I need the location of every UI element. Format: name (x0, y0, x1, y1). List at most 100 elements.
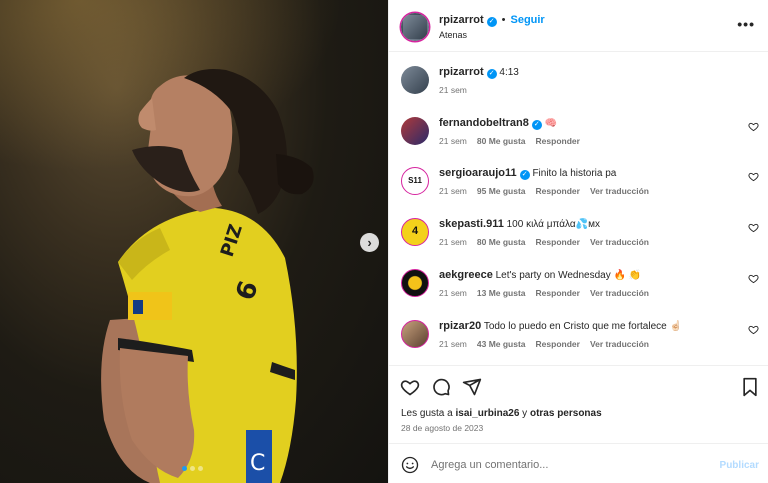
likes-prefix: Les gusta a (401, 408, 456, 419)
carousel-dot (182, 466, 187, 471)
post-actions (389, 365, 768, 405)
author-avatar[interactable] (401, 13, 429, 41)
add-comment-bar: Publicar (389, 443, 768, 483)
heart-icon[interactable] (400, 377, 420, 397)
comment-likes[interactable]: 80 Me gusta (477, 237, 526, 247)
comment-text: Todo lo puedo en Cristo que me fortalece… (483, 321, 682, 332)
next-photo-button[interactable]: › (360, 233, 379, 252)
comment-item: rpizar20 Todo lo puedo en Cristo que me … (389, 310, 768, 356)
caption-time[interactable]: 21 sem (439, 85, 467, 95)
likes-others[interactable]: otras personas (530, 408, 602, 419)
likes-suffix: y (519, 408, 530, 419)
verified-icon: ✓ (519, 170, 530, 180)
comment-input[interactable] (431, 455, 701, 475)
comment-meta: 21 sem 43 Me gusta Responder Ver traducción (439, 339, 659, 349)
comment-icon[interactable] (431, 377, 451, 397)
comment-body: rpizar20 Todo lo puedo en Cristo que me … (439, 320, 729, 332)
translate-button[interactable]: Ver traducción (590, 186, 649, 196)
carousel-dot (198, 466, 203, 471)
more-icon[interactable]: ••• (737, 16, 755, 32)
comment-username[interactable]: fernandobeltran8 (439, 117, 529, 129)
heart-icon[interactable] (748, 121, 759, 132)
heart-icon[interactable] (748, 171, 759, 182)
comment-likes[interactable]: 13 Me gusta (477, 288, 526, 298)
comments-list: rpizarrot ✓ 4:13 21 sem fernandobeltran8 ✓… (389, 53, 768, 363)
bookmark-icon[interactable] (740, 377, 760, 397)
caption-avatar[interactable] (401, 66, 429, 94)
likes-user[interactable]: isai_urbina26 (455, 408, 519, 419)
player-illustration: C PIZ 6 (101, 69, 314, 483)
avatar-logo: 4 (411, 225, 419, 237)
comment-item: S11 sergioaraujo11 ✓ Finito la historia p… (389, 157, 768, 203)
comment-item: fernandobeltran8 ✓ 🧠 21 sem 80 Me gusta Res… (389, 107, 768, 153)
heart-icon[interactable] (748, 273, 759, 284)
caption-username[interactable]: rpizarrot (439, 66, 484, 78)
post-location[interactable]: Atenas (439, 30, 467, 40)
share-icon[interactable] (462, 377, 482, 397)
reply-button[interactable]: Responder (536, 339, 580, 349)
verified-icon: ✓ (486, 17, 497, 27)
reply-button[interactable]: Responder (536, 237, 580, 247)
reply-button[interactable]: Responder (536, 186, 580, 196)
caption: rpizarrot ✓ 4:13 21 sem (389, 56, 768, 102)
comment-meta: 21 sem 80 Me gusta Responder (439, 136, 590, 146)
comment-avatar[interactable]: S11 (401, 167, 429, 195)
comment-text: Let's party on Wednesday 🔥 👏 (495, 270, 642, 281)
translate-button[interactable]: Ver traducción (590, 237, 649, 247)
comment-username[interactable]: skepasti.911 (439, 218, 504, 230)
comment-text: Finito la historia pa (532, 168, 617, 179)
comment-likes[interactable]: 43 Me gusta (477, 339, 526, 349)
comment-meta: 21 sem 80 Me gusta Responder Ver traducción (439, 237, 659, 247)
svg-text:C: C (250, 451, 265, 476)
verified-icon: ✓ (486, 69, 497, 79)
post-date: 28 de agosto de 2023 (401, 423, 484, 433)
comment-text: 100 κιλά μπάλα💦мх (506, 219, 600, 230)
author-username[interactable]: rpizarrot (439, 14, 484, 26)
caption-body: rpizarrot ✓ 4:13 (439, 66, 729, 79)
comment-avatar[interactable] (401, 117, 429, 145)
verified-icon: ✓ (531, 120, 542, 130)
comment-body: sergioaraujo11 ✓ Finito la historia pa (439, 167, 729, 180)
author-row: rpizarrot ✓ • Seguir (439, 14, 545, 27)
comment-item: 4 skepasti.911 100 κιλά μπάλα💦мх 21 sem 8… (389, 208, 768, 254)
comment-avatar[interactable]: 4 (401, 218, 429, 246)
smile-icon[interactable] (401, 456, 419, 474)
translate-button[interactable]: Ver traducción (590, 288, 649, 298)
comment-body: fernandobeltran8 ✓ 🧠 (439, 117, 729, 130)
heart-icon[interactable] (748, 324, 759, 335)
comment-body: aekgreece Let's party on Wednesday 🔥 👏 (439, 269, 729, 281)
comment-avatar[interactable] (401, 320, 429, 348)
comment-time[interactable]: 21 sem (439, 237, 467, 247)
comment-time[interactable]: 21 sem (439, 339, 467, 349)
avatar-logo: S11 (408, 176, 422, 185)
comment-likes[interactable]: 95 Me gusta (477, 186, 526, 196)
caption-meta: 21 sem (439, 85, 477, 95)
post-photo: C PIZ 6 › (0, 0, 388, 483)
publish-button[interactable]: Publicar (720, 460, 759, 471)
comment-username[interactable]: aekgreece (439, 269, 493, 281)
follow-button[interactable]: Seguir (510, 14, 544, 26)
comment-meta: 21 sem 13 Me gusta Responder Ver traducción (439, 288, 659, 298)
comment-time[interactable]: 21 sem (439, 186, 467, 196)
post-header: rpizarrot ✓ • Seguir Atenas ••• (389, 0, 768, 52)
reply-button[interactable]: Responder (536, 288, 580, 298)
comment-likes[interactable]: 80 Me gusta (477, 136, 526, 146)
carousel-dot (190, 466, 195, 471)
reply-button[interactable]: Responder (536, 136, 580, 146)
comment-body: skepasti.911 100 κιλά μπάλα💦мх (439, 218, 729, 230)
caption-text: 4:13 (499, 67, 519, 78)
comment-text: 🧠 (544, 118, 558, 129)
translate-button[interactable]: Ver traducción (590, 339, 649, 349)
comment-time[interactable]: 21 sem (439, 136, 467, 146)
carousel-dots (182, 466, 203, 471)
likes-summary: Les gusta a isai_urbina26 y otras person… (401, 408, 602, 419)
post-side-panel: rpizarrot ✓ • Seguir Atenas ••• rpizarrot ✓ … (388, 0, 768, 483)
comment-avatar[interactable] (401, 269, 429, 297)
comment-username[interactable]: rpizar20 (439, 320, 481, 332)
comment-username[interactable]: sergioaraujo11 (439, 167, 517, 179)
heart-icon[interactable] (748, 222, 759, 233)
comment-item: aekgreece Let's party on Wednesday 🔥 👏 2… (389, 259, 768, 305)
comment-meta: 21 sem 95 Me gusta Responder Ver traducción (439, 186, 659, 196)
comment-time[interactable]: 21 sem (439, 288, 467, 298)
separator: • (501, 14, 506, 26)
